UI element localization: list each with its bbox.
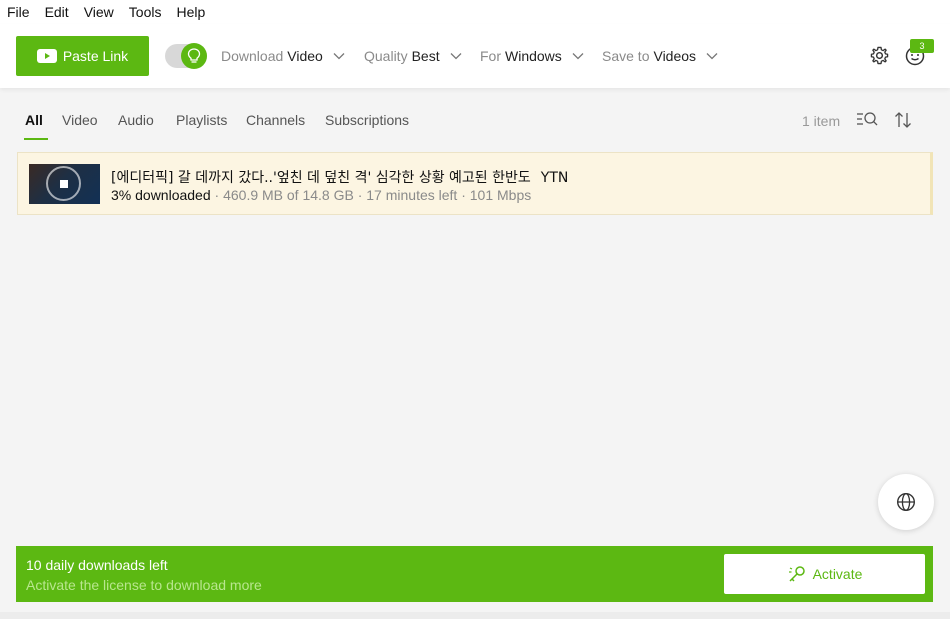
license-hint: Activate the license to download more — [26, 577, 262, 593]
youtube-icon — [36, 49, 57, 63]
tab-audio[interactable]: Audio — [118, 112, 154, 128]
menu-file[interactable]: File — [7, 4, 30, 20]
menu-edit[interactable]: Edit — [45, 4, 69, 20]
paste-link-label: Paste Link — [62, 48, 129, 64]
download-type-dropdown[interactable]: Download Video — [221, 48, 345, 64]
downloads-left: 10 daily downloads left — [26, 557, 168, 573]
window-bottom-edge — [0, 612, 950, 619]
activate-label: Activate — [812, 566, 863, 582]
chevron-down-icon — [572, 53, 584, 60]
menu-tools[interactable]: Tools — [129, 4, 162, 20]
toolbar: Paste Link Download Video Quality Best F… — [0, 24, 950, 88]
menu-view[interactable]: View — [84, 4, 114, 20]
chevron-down-icon — [333, 53, 345, 60]
tab-all[interactable]: All — [25, 112, 43, 128]
gear-icon[interactable] — [870, 46, 889, 65]
search-list-icon[interactable] — [856, 110, 878, 128]
channel-name: YTN — [540, 170, 569, 186]
browser-button[interactable] — [878, 474, 934, 530]
tab-subscriptions[interactable]: Subscriptions — [325, 112, 409, 128]
download-progress: 3% downloaded — [111, 187, 211, 203]
video-title: [에디터픽] 갈 데까지 갔다..'엎친 데 덮친 격' 심각한 상황 예고된 … — [111, 170, 531, 186]
download-item[interactable]: [에디터픽] 갈 데까지 갔다..'엎친 데 덮친 격' 심각한 상황 예고된 … — [17, 152, 933, 215]
key-icon — [788, 566, 805, 582]
tab-playlists[interactable]: Playlists — [176, 112, 227, 128]
smart-mode-toggle[interactable] — [165, 43, 207, 69]
platform-dropdown[interactable]: For Windows — [480, 48, 584, 64]
globe-icon — [896, 492, 916, 512]
chevron-down-icon — [706, 53, 718, 60]
chevron-down-icon — [450, 53, 462, 60]
download-meta: · 460.9 MB of 14.8 GB · 17 minutes left … — [210, 187, 532, 203]
item-status: 3% downloaded · 460.9 MB of 14.8 GB · 17… — [111, 187, 531, 203]
tab-video[interactable]: Video — [62, 112, 98, 128]
active-tab-indicator — [24, 138, 48, 140]
license-banner: 10 daily downloads left Activate the lic… — [16, 546, 933, 602]
item-count: 1 item — [802, 113, 841, 129]
stop-icon[interactable] — [60, 180, 68, 188]
paste-link-button[interactable]: Paste Link — [16, 36, 149, 76]
save-location-dropdown[interactable]: Save to Videos — [602, 48, 718, 64]
menu-help[interactable]: Help — [176, 4, 205, 20]
sort-icon[interactable] — [893, 110, 913, 130]
notification-badge: 3 — [910, 39, 934, 53]
lightbulb-icon — [181, 43, 207, 69]
quality-dropdown[interactable]: Quality Best — [364, 48, 462, 64]
activate-button[interactable]: Activate — [724, 554, 925, 594]
video-thumbnail — [29, 164, 100, 204]
item-title: [에디터픽] 갈 데까지 갔다..'엎친 데 덮친 격' 심각한 상황 예고된 … — [111, 167, 568, 187]
menu-bar: File Edit View Tools Help — [0, 0, 950, 24]
tab-channels[interactable]: Channels — [246, 112, 305, 128]
